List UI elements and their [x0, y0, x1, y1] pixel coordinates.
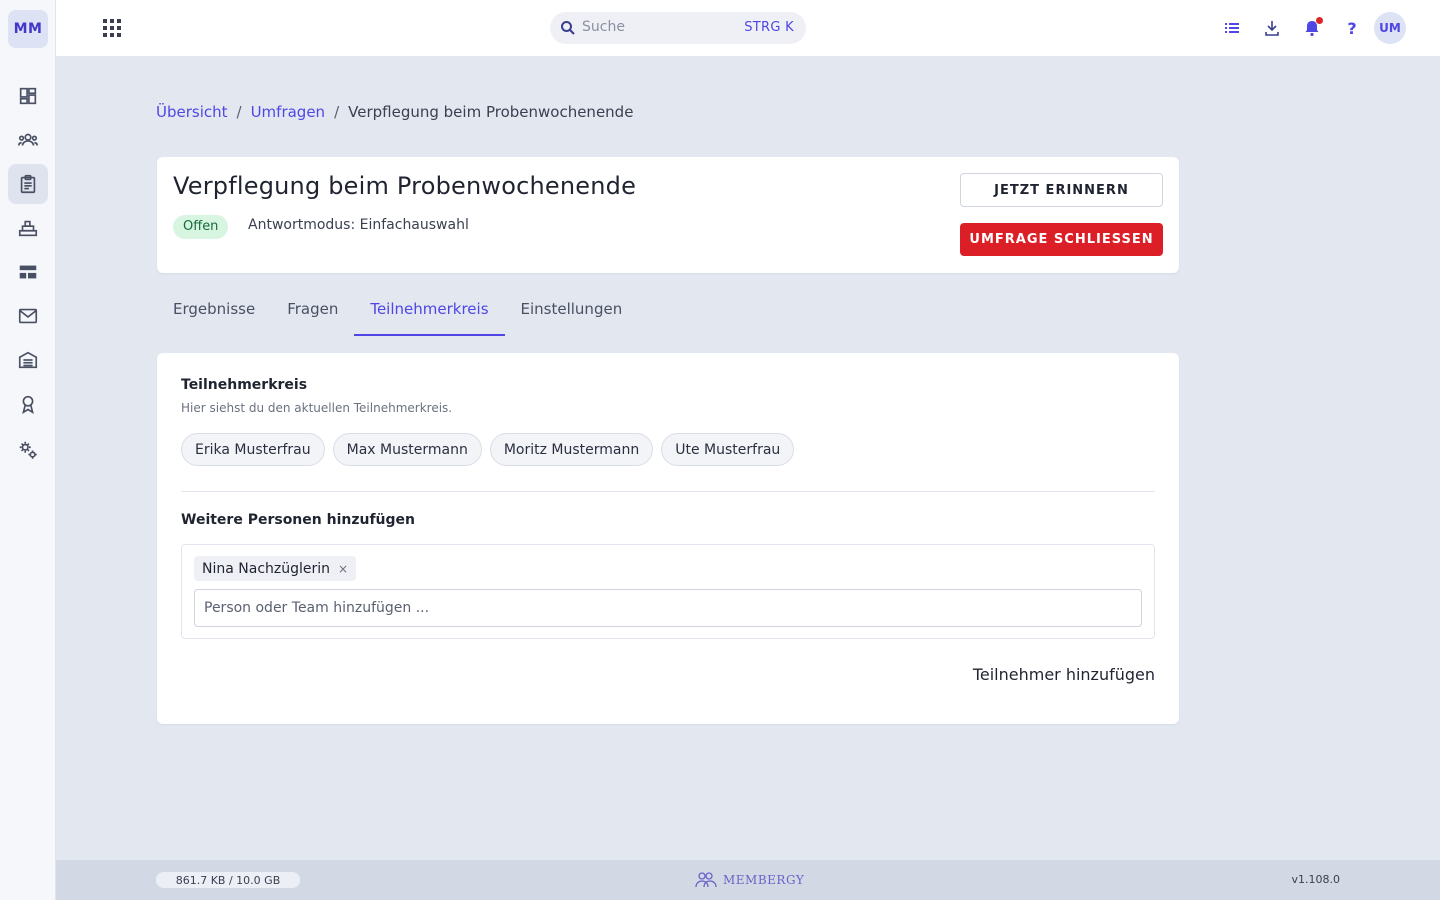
selected-person-name: Nina Nachzüglerin	[202, 560, 331, 577]
nav-surveys[interactable]	[8, 164, 48, 204]
topbar: Suche STRG K ? UM	[56, 0, 1440, 56]
notification-dot	[1316, 17, 1323, 24]
divider	[181, 491, 1155, 492]
participants-subtitle: Hier siehst du den aktuellen Teilnehmerk…	[181, 401, 453, 415]
help-icon: ?	[1347, 18, 1357, 38]
add-people-field: Nina Nachzüglerin ×	[181, 544, 1155, 639]
layout-icon	[19, 265, 37, 279]
selected-person-chip: Nina Nachzüglerin ×	[194, 556, 357, 581]
breadcrumb-current: Verpflegung beim Probenwochenende	[348, 103, 634, 121]
breadcrumb: Übersicht / Umfragen / Verpflegung beim …	[156, 103, 633, 121]
tab-participants[interactable]: Teilnehmerkreis	[354, 290, 505, 336]
search-placeholder: Suche	[582, 19, 625, 35]
participant-list: Erika Musterfrau Max Mustermann Moritz M…	[181, 433, 795, 466]
breadcrumb-separator: /	[334, 103, 340, 121]
download-button[interactable]	[1260, 16, 1284, 40]
help-button[interactable]: ?	[1340, 16, 1364, 40]
clipboard-icon	[20, 174, 36, 194]
notifications-button[interactable]	[1300, 16, 1324, 40]
participant-chip: Erika Musterfrau	[181, 433, 325, 466]
warehouse-icon	[18, 351, 38, 369]
nav-warehouse[interactable]	[8, 340, 48, 380]
nav-mail[interactable]	[8, 296, 48, 336]
breadcrumb-surveys[interactable]: Umfragen	[251, 103, 326, 121]
answer-mode-label: Antwortmodus: Einfachauswahl	[248, 217, 469, 233]
breadcrumb-overview[interactable]: Übersicht	[156, 103, 228, 121]
remind-now-button[interactable]: JETZT ERINNERN	[960, 173, 1163, 207]
avatar[interactable]: UM	[1374, 12, 1406, 44]
members-icon	[18, 133, 38, 146]
brand-name: MEMBERGY	[723, 873, 805, 887]
participant-chip: Max Mustermann	[332, 433, 482, 466]
nav-awards[interactable]	[8, 384, 48, 424]
tab-bar: Ergebnisse Fragen Teilnehmerkreis Einste…	[157, 290, 638, 336]
storage-usage: 861.7 KB / 10.0 GB	[156, 872, 300, 888]
app-logo[interactable]: MM	[8, 10, 48, 48]
nav-settings[interactable]	[8, 430, 48, 470]
add-participants-button[interactable]: Teilnehmer hinzufügen	[973, 665, 1155, 684]
brand-mark-icon	[695, 872, 717, 888]
settings-icon	[19, 441, 37, 459]
status-badge: Offen	[173, 215, 229, 239]
app-version: v1.108.0	[1291, 873, 1341, 886]
list-button[interactable]	[1220, 16, 1244, 40]
download-icon	[1265, 21, 1279, 36]
remove-icon[interactable]: ×	[338, 562, 348, 576]
participant-chip: Moritz Mustermann	[489, 433, 654, 466]
grid-icon	[103, 19, 121, 37]
search-shortcut: STRG K	[744, 20, 794, 35]
participants-card: Teilnehmerkreis Hier siehst du den aktue…	[157, 353, 1179, 724]
tab-results[interactable]: Ergebnisse	[157, 290, 271, 336]
add-people-title: Weitere Personen hinzufügen	[181, 512, 416, 528]
search-icon	[561, 21, 575, 35]
list-icon	[1225, 23, 1239, 33]
close-survey-button[interactable]: UMFRAGE SCHLIESSEN	[960, 223, 1163, 256]
nav-inventory[interactable]	[8, 208, 48, 248]
nav-dashboard[interactable]	[8, 76, 48, 116]
tab-questions[interactable]: Fragen	[271, 290, 354, 336]
footer: 861.7 KB / 10.0 GB MEMBERGY v1.108.0	[56, 860, 1440, 900]
nav-layout[interactable]	[8, 252, 48, 292]
participant-chip: Ute Musterfrau	[661, 433, 795, 466]
page-title: Verpflegung beim Probenwochenende	[173, 172, 637, 200]
participants-title: Teilnehmerkreis	[181, 377, 308, 393]
nav-members[interactable]	[8, 120, 48, 160]
award-icon	[22, 395, 34, 414]
survey-header-card: Verpflegung beim Probenwochenende Offen …	[157, 157, 1179, 273]
mail-icon	[18, 308, 38, 324]
breadcrumb-separator: /	[236, 103, 242, 121]
tab-settings[interactable]: Einstellungen	[505, 290, 639, 336]
dashboard-icon	[19, 87, 37, 105]
inventory-icon	[18, 220, 38, 237]
person-search-input[interactable]	[194, 589, 1142, 627]
search-bar[interactable]: Suche STRG K	[550, 12, 806, 44]
app-grid-button[interactable]	[100, 16, 124, 40]
sidebar: MM	[0, 0, 56, 900]
brand-logo: MEMBERGY	[693, 870, 804, 890]
